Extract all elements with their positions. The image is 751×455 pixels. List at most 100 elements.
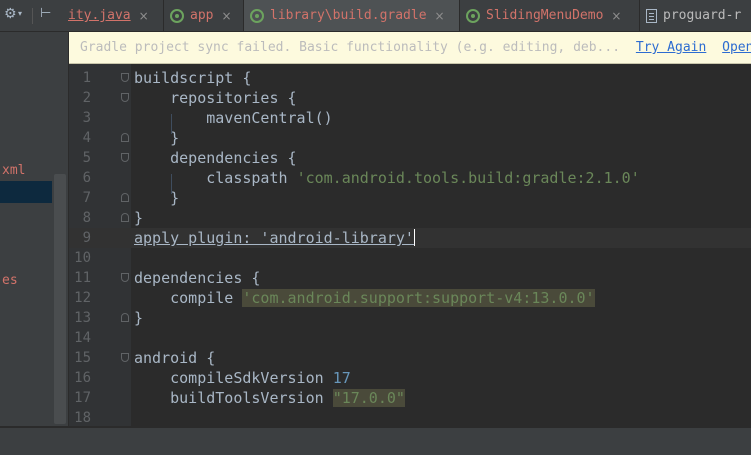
code-token: } (134, 209, 144, 227)
line-number: 16 (74, 370, 91, 386)
editor-tab-bar: ⚙ ▾ ⊢ ity.java × app × library\build.gra… (0, 0, 751, 32)
code-token: dependencies { (134, 149, 297, 167)
code-line[interactable]: 16 compileSdkVersion 17 (69, 368, 751, 388)
code-token: buildToolsVersion (134, 389, 333, 407)
code-text: dependencies { (134, 148, 297, 168)
fold-open-icon[interactable] (121, 73, 129, 82)
code-editor[interactable]: 1 buildscript {2 repositories { 3 mavenCen… (69, 64, 751, 426)
code-token: mavenCentral() (134, 109, 333, 127)
text-caret (413, 229, 415, 246)
line-number: 1 (82, 70, 91, 86)
code-token: } (134, 129, 180, 147)
code-token: compileSdkVersion (134, 369, 333, 387)
close-icon[interactable]: × (139, 9, 149, 23)
indent-guide (171, 114, 172, 134)
code-text: mavenCentral() (134, 108, 333, 128)
code-line[interactable]: 13} (69, 308, 751, 328)
line-number: 10 (74, 250, 91, 266)
tab-label: proguard-r (663, 8, 742, 23)
line-number: 14 (74, 330, 91, 346)
tab-label: SlidingMenuDemo (486, 8, 604, 23)
project-scrollbar[interactable] (54, 174, 66, 424)
code-text: android { (134, 348, 215, 368)
code-line[interactable]: 10 (69, 248, 751, 268)
code-token: apply plugin: 'android-library' (134, 229, 414, 247)
fold-close-icon[interactable] (121, 313, 129, 322)
android-module-icon (466, 8, 480, 23)
fold-open-icon[interactable] (121, 93, 129, 102)
toolbar-divider (32, 8, 33, 24)
tab-bar-controls: ⚙ ▾ ⊢ (0, 0, 68, 31)
code-text: } (134, 188, 179, 208)
code-line[interactable]: 14 (69, 328, 751, 348)
code-line[interactable]: 2 repositories { (69, 88, 751, 108)
code-token: 'com.android.tools.build:gradle:2.1.0' (296, 169, 640, 187)
project-tree-selection[interactable] (0, 181, 52, 203)
line-number: 4 (82, 130, 91, 146)
line-number: 3 (82, 110, 91, 126)
tab-library-build-gradle[interactable]: library\build.gradle × (244, 0, 460, 31)
code-line[interactable]: 5 dependencies { (69, 148, 751, 168)
project-tree-item[interactable]: es (2, 273, 18, 288)
line-number: 17 (74, 390, 91, 406)
tab-app[interactable]: app × (164, 0, 244, 31)
code-token: } (134, 189, 180, 207)
code-token: compile (134, 289, 243, 307)
tab-label: library\build.gradle (270, 8, 427, 23)
try-again-link[interactable]: Try Again (636, 40, 706, 55)
line-number: 13 (74, 310, 91, 326)
code-text: } (134, 308, 143, 328)
code-token: "17.0.0" (332, 389, 405, 407)
code-line[interactable]: 17 buildToolsVersion "17.0.0" (69, 388, 751, 408)
code-text: } (134, 208, 143, 228)
line-number: 5 (82, 150, 91, 166)
code-line[interactable]: 15 android { (69, 348, 751, 368)
code-token: android { (134, 349, 216, 367)
code-text: buildToolsVersion "17.0.0" (134, 388, 405, 408)
tab-label: app (190, 8, 214, 23)
android-module-icon (170, 8, 184, 23)
code-token: 17 (332, 369, 351, 387)
code-text: compile 'com.android.support:support-v4:… (134, 288, 595, 308)
fold-open-icon[interactable] (121, 353, 129, 362)
text-file-icon (646, 8, 657, 23)
fold-close-icon[interactable] (121, 213, 129, 222)
tab-ity-java[interactable]: ity.java × (68, 0, 164, 31)
code-line[interactable]: 9 apply plugin: 'android-library' (69, 228, 751, 248)
line-number: 12 (74, 290, 91, 306)
gear-icon[interactable]: ⚙ (4, 6, 17, 22)
chevron-down-icon[interactable]: ▾ (18, 9, 22, 18)
code-token: dependencies { (134, 269, 261, 287)
hide-panel-icon[interactable]: ⊢ (40, 6, 51, 21)
fold-open-icon[interactable] (121, 273, 129, 282)
project-tree-item[interactable]: xml (2, 163, 25, 178)
code-line[interactable]: 11 dependencies { (69, 268, 751, 288)
close-icon[interactable]: × (611, 9, 621, 23)
code-text: dependencies { (134, 268, 260, 288)
code-text: compileSdkVersion 17 (134, 368, 351, 388)
notification-message: Gradle project sync failed. Basic functi… (80, 40, 621, 55)
code-text: buildscript { (134, 68, 251, 88)
close-icon[interactable]: × (435, 9, 445, 23)
code-line[interactable]: 8} (69, 208, 751, 228)
fold-close-icon[interactable] (121, 133, 129, 142)
project-tool-window: xml es (0, 32, 68, 426)
code-line[interactable]: 18 (69, 408, 751, 426)
open-link[interactable]: Open (722, 40, 751, 55)
line-number: 11 (74, 270, 91, 286)
code-text: classpath 'com.android.tools.build:gradl… (134, 168, 640, 188)
fold-close-icon[interactable] (121, 193, 129, 202)
line-number: 15 (74, 350, 91, 366)
fold-open-icon[interactable] (121, 153, 129, 162)
code-text: repositories { (134, 88, 296, 108)
close-icon[interactable]: × (221, 9, 231, 23)
gradle-sync-notification: Gradle project sync failed. Basic functi… (69, 32, 751, 64)
code-text: } (134, 128, 179, 148)
code-line[interactable]: 1 buildscript { (69, 68, 751, 88)
line-number: 8 (82, 210, 91, 226)
tab-slidingmenudemo[interactable]: SlidingMenuDemo × (460, 0, 640, 31)
code-token: } (134, 309, 144, 327)
tab-proguard[interactable]: proguard-r (640, 0, 751, 31)
tab-label: ity.java (68, 8, 131, 23)
code-line[interactable]: 12 compile 'com.android.support:support-… (69, 288, 751, 308)
